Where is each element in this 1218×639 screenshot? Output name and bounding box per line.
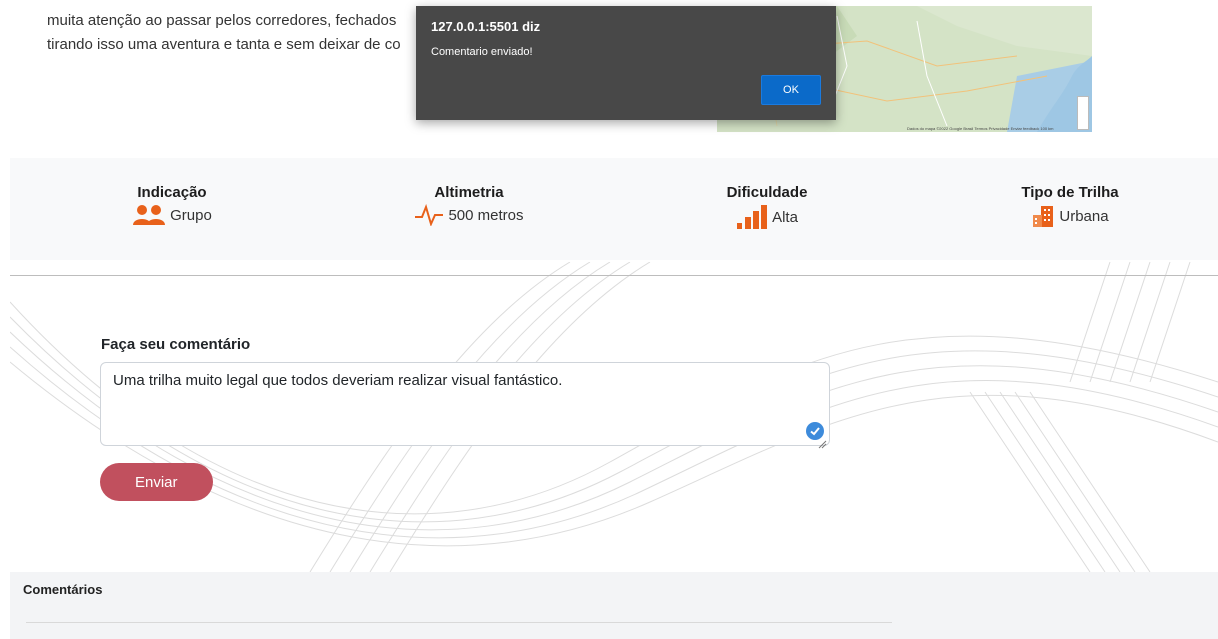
stat-value: Grupo [170,206,212,224]
comments-section: Comentários [10,572,1218,639]
stat-altimetria: Altimetria 500 metros [395,184,543,226]
trail-description-line: muita atenção ao passar pelos corredores… [47,12,397,29]
stat-dificuldade: Dificuldade Alta [710,184,824,230]
dialog-message: Comentario enviado! [431,46,533,58]
trail-description: muita atenção ao passar pelos corredores… [47,9,447,57]
comment-form-label: Faça seu comentário [101,336,251,353]
group-icon [132,204,166,226]
section-divider [10,275,1218,276]
alert-dialog: 127.0.0.1:5501 diz Comentario enviado! O… [416,6,836,120]
send-button[interactable]: Enviar [100,463,213,501]
pulse-icon [414,204,444,226]
map-attribution: Dados do mapa ©2022 Google Brasil Termos… [907,126,1054,131]
resize-grip-icon[interactable] [818,436,827,454]
stat-tipo-de-trilha: Tipo de Trilha Urbana [1010,184,1130,228]
comment-textarea[interactable]: Uma trilha muito legal que todos deveria… [100,362,830,446]
comments-title: Comentários [23,582,103,597]
stat-title: Dificuldade [726,184,808,201]
dialog-ok-button[interactable]: OK [761,75,821,105]
stat-title: Altimetria [434,184,504,201]
stat-value: Alta [772,208,798,226]
trail-stats: Indicação Grupo Altimetria 500 metros Di… [10,158,1218,260]
stat-value: Urbana [1059,207,1109,225]
signal-bars-icon [736,204,768,230]
stat-indicacao: Indicação Grupo [120,184,224,226]
stat-title: Indicação [137,184,207,201]
stat-value: 500 metros [448,206,524,224]
building-icon [1031,204,1055,228]
dialog-origin: 127.0.0.1:5501 diz [431,19,541,34]
stat-title: Tipo de Trilha [1021,184,1119,201]
comments-divider [26,622,892,623]
trail-description-line: tirando isso uma aventura e tanta e sem … [47,36,401,53]
map-zoom-control[interactable] [1077,96,1089,130]
